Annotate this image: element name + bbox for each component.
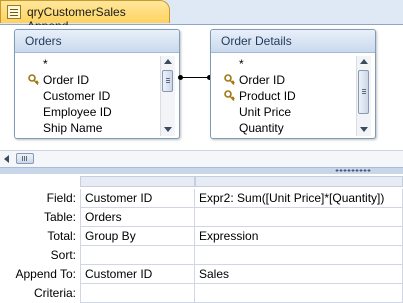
primary-key-icon bbox=[224, 90, 235, 102]
row-label-table: Table: bbox=[43, 210, 76, 224]
row-label-append-to: Append To: bbox=[15, 267, 77, 281]
query-tab[interactable]: qryCustomerSales Append bbox=[0, 0, 170, 33]
field-label: Quantity bbox=[239, 121, 284, 135]
scroll-up-arrow-icon[interactable] bbox=[357, 56, 371, 68]
row-label-sort: Sort: bbox=[50, 248, 76, 262]
orders-field-ship-name[interactable]: Ship Name bbox=[25, 120, 157, 136]
order-details-field-unit-price[interactable]: Unit Price bbox=[221, 104, 353, 120]
orders-vertical-scrollbar[interactable] bbox=[160, 56, 175, 136]
query-design-pane[interactable]: Orders * Order ID Customer ID Employee I… bbox=[0, 25, 403, 149]
grid-row-total: Total: Group By Expression bbox=[0, 227, 403, 246]
order-details-field-order-id[interactable]: Order ID bbox=[221, 72, 353, 88]
grid-cell[interactable]: Group By bbox=[80, 227, 195, 246]
field-label: Employee ID bbox=[43, 105, 112, 119]
horizontal-scroll-thumb[interactable] bbox=[16, 153, 34, 164]
scroll-up-arrow-icon[interactable] bbox=[161, 56, 175, 68]
grid-cell[interactable]: Customer ID bbox=[80, 265, 195, 284]
orders-field-order-id[interactable]: Order ID bbox=[25, 72, 157, 88]
orders-title[interactable]: Orders bbox=[15, 30, 179, 53]
grid-cell[interactable]: Expression bbox=[195, 227, 403, 246]
field-label: Order ID bbox=[239, 73, 286, 87]
orders-field-list[interactable]: Orders * Order ID Customer ID Employee I… bbox=[14, 29, 180, 139]
row-label-field: Field: bbox=[46, 191, 76, 205]
field-label: * bbox=[43, 57, 48, 71]
grid-row-field: Field: Customer ID Expr2: Sum([Unit Pric… bbox=[0, 189, 403, 208]
orders-field-employee-id[interactable]: Employee ID bbox=[25, 104, 157, 120]
field-label: Customer ID bbox=[43, 89, 111, 103]
order-details-fields: * Order ID Product ID Unit Price Quantit… bbox=[221, 56, 353, 136]
grid-cell[interactable]: Expr2: Sum([Unit Price]*[Quantity]) bbox=[195, 189, 403, 208]
order-details-field-all[interactable]: * bbox=[221, 56, 353, 72]
field-label: Unit Price bbox=[239, 105, 292, 119]
grid-row-criteria: Criteria: bbox=[0, 284, 403, 303]
query-icon bbox=[7, 5, 21, 19]
grip-icon bbox=[166, 78, 170, 79]
primary-key-icon bbox=[224, 74, 235, 86]
grid-cell[interactable]: Sales bbox=[195, 265, 403, 284]
order-details-field-list[interactable]: Order Details * Order ID Product ID Unit… bbox=[210, 29, 376, 139]
scroll-down-arrow-icon[interactable] bbox=[161, 124, 175, 136]
relationship-join-line[interactable] bbox=[178, 75, 212, 80]
column-selector[interactable] bbox=[195, 176, 403, 187]
design-pane-horizontal-scrollbar[interactable] bbox=[0, 150, 403, 167]
column-selector-bar bbox=[80, 176, 403, 188]
grid-cell[interactable] bbox=[80, 246, 195, 265]
join-endpoint bbox=[178, 75, 183, 80]
grid-row-sort: Sort: bbox=[0, 246, 403, 265]
row-label-total: Total: bbox=[47, 229, 76, 243]
column-selector[interactable] bbox=[80, 176, 195, 187]
document-tab-bar: qryCustomerSales Append bbox=[0, 0, 403, 33]
query-design-grid: Field: Customer ID Expr2: Sum([Unit Pric… bbox=[0, 174, 403, 303]
row-label-criteria: Criteria: bbox=[33, 286, 76, 300]
splitter-grip-icon bbox=[335, 169, 371, 172]
scroll-left-arrow-icon[interactable] bbox=[4, 155, 9, 163]
primary-key-icon bbox=[28, 74, 39, 86]
order-details-field-product-id[interactable]: Product ID bbox=[221, 88, 353, 104]
grid-cell[interactable] bbox=[195, 284, 403, 303]
grid-row-table: Table: Orders bbox=[0, 208, 403, 227]
grid-cell[interactable] bbox=[80, 284, 195, 303]
grid-cell[interactable]: Customer ID bbox=[80, 189, 195, 208]
scroll-thumb[interactable] bbox=[358, 70, 369, 114]
field-label: * bbox=[239, 57, 244, 71]
order-details-vertical-scrollbar[interactable] bbox=[356, 56, 371, 136]
grid-cell[interactable] bbox=[195, 246, 403, 265]
orders-field-customer-id[interactable]: Customer ID bbox=[25, 88, 157, 104]
scroll-down-arrow-icon[interactable] bbox=[357, 124, 371, 136]
field-label: Order ID bbox=[43, 73, 90, 87]
orders-field-all[interactable]: * bbox=[25, 56, 157, 72]
orders-fields: * Order ID Customer ID Employee ID Ship … bbox=[25, 56, 157, 136]
order-details-field-quantity[interactable]: Quantity bbox=[221, 120, 353, 136]
field-label: Product ID bbox=[239, 89, 296, 103]
scroll-thumb[interactable] bbox=[162, 70, 173, 92]
grid-row-append-to: Append To: Customer ID Sales bbox=[0, 265, 403, 284]
grid-cell[interactable] bbox=[195, 208, 403, 227]
field-label: Ship Name bbox=[43, 121, 103, 135]
grip-icon bbox=[362, 89, 366, 90]
grid-cell[interactable]: Orders bbox=[80, 208, 195, 227]
order-details-title[interactable]: Order Details bbox=[211, 30, 375, 53]
